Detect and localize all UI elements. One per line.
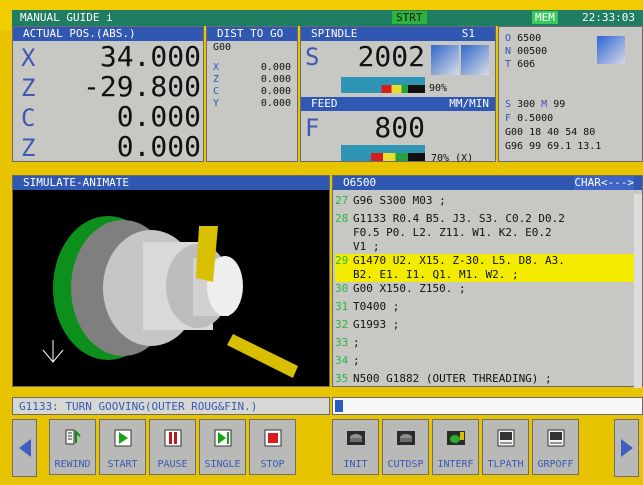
axis-z-label: Z: [21, 74, 36, 102]
start-icon: [114, 429, 132, 447]
spindle-icon-right: [461, 45, 489, 75]
program-line-34: 34;: [335, 354, 360, 367]
dist-y-value: 0.000: [260, 98, 291, 109]
dist-to-go-header: DIST TO GO: [207, 27, 297, 41]
dist-c-value: 0.000: [260, 86, 291, 97]
stop-button[interactable]: STOP: [249, 419, 296, 475]
spindle-bar-colors: [341, 85, 425, 93]
simulate-status: G1133: TURN GOOVING(OUTER ROUG&FIN.): [19, 400, 258, 413]
interf-icon: [447, 431, 465, 445]
dist-c-axis: C: [213, 86, 220, 97]
program-line-30: 30 G00 X150. Z150. ;: [335, 282, 466, 295]
rewind-button[interactable]: REWIND: [49, 419, 96, 475]
axis-c-label: C: [21, 104, 36, 132]
tlpath-button[interactable]: TLPATH: [482, 419, 529, 475]
feed-letter: F: [305, 114, 320, 142]
actual-x-value: 34.000: [99, 40, 201, 73]
cutdsp-button[interactable]: CUTDSP: [382, 419, 429, 475]
grpoff-icon: [547, 429, 565, 447]
spindle-bar: [341, 77, 425, 85]
spindle-percent: 90%: [429, 83, 448, 94]
interf-button[interactable]: INTERF: [432, 419, 479, 475]
stop-icon: [264, 429, 282, 447]
program-panel: O6500 CHAR<---> 27 G96 S300 M03 ; 28 G1133…: [332, 175, 643, 388]
program-line-29[interactable]: 29 G1470 U2. X15. Z-30. L5. D8. A3. B2. E…: [335, 254, 636, 282]
dist-x-value: 0.000: [260, 62, 291, 73]
start-button[interactable]: START: [99, 419, 146, 475]
program-g1: G00 18 40 54 80: [505, 127, 596, 138]
actual-z2-value: 0.000: [116, 130, 201, 163]
cursor: [335, 400, 343, 412]
axis-z2-label: Z: [21, 134, 36, 162]
cutdsp-icon: [397, 431, 415, 445]
tool-icon: [597, 36, 625, 64]
spindle-icon-left: [431, 45, 459, 75]
spindle-s1: S1: [461, 27, 475, 40]
simulate-status-bar: G1133: TURN GOOVING(OUTER ROUG&FIN.): [12, 397, 330, 415]
spindle-feed-panel: SPINDLE S1 S 2002 90% FEED MM/MIN F 800 …: [300, 26, 496, 164]
app-title: MANUAL GUIDE i: [20, 11, 113, 24]
feed-value: 800: [374, 111, 425, 144]
single-button[interactable]: SINGLE: [199, 419, 246, 475]
program-n: 00500: [517, 46, 548, 57]
program-line-33: 33;: [335, 336, 360, 349]
actual-c-value: 0.000: [116, 100, 201, 133]
program-header: O6500 CHAR<--->: [333, 176, 642, 190]
program-g2: G96 99 69.1 13.1: [505, 141, 602, 152]
init-icon: [347, 431, 365, 445]
feed-bar-colors: [341, 153, 425, 161]
pause-icon: [164, 429, 182, 447]
spindle-value: 2002: [357, 40, 425, 73]
grpoff-button[interactable]: GRPOFF: [532, 419, 579, 475]
single-icon: [214, 429, 232, 447]
strt-badge: STRT: [392, 11, 427, 24]
simulate-panel: SIMULATE-ANIMATE: [12, 175, 330, 387]
simulate-header: SIMULATE-ANIMATE: [13, 176, 329, 190]
program-line-31: 31 T0400 ;: [335, 300, 400, 313]
right-arrow-button[interactable]: [614, 419, 639, 477]
dist-g-code: G00: [213, 42, 232, 53]
program-o: 6500: [517, 33, 542, 44]
pause-button[interactable]: PAUSE: [149, 419, 196, 475]
feed-units: MM/MIN: [449, 97, 489, 110]
program-info-panel: O 6500 N 00500 T 606 S 300 M 99 F 0.5000…: [498, 26, 643, 162]
tlpath-icon: [497, 429, 515, 447]
input-line[interactable]: [332, 397, 643, 415]
spindle-header: SPINDLE S1: [301, 27, 495, 41]
program-line-35: 35 N500 G1882 (OUTER THREADING) ;: [335, 372, 552, 385]
rewind-icon: [65, 429, 81, 445]
mem-badge: MEM: [532, 11, 558, 24]
actual-position-header: ACTUAL POS.(ABS.): [13, 27, 203, 41]
simulation-canvas: [42, 216, 298, 378]
program-line-28: 28 G1133 R0.4 B5. J3. S3. C0.2 D0.2 F0.5 …: [335, 212, 565, 253]
left-arrow-button[interactable]: [12, 419, 37, 477]
spindle-title: SPINDLE: [311, 27, 358, 40]
dist-z-axis: Z: [213, 74, 220, 85]
dist-x-axis: X: [213, 62, 220, 73]
program-name: O6500: [343, 176, 377, 189]
program-line-27: 27 G96 S300 M03 ;: [335, 194, 446, 207]
program-lines: 27 G96 S300 M03 ; 28 G1133 R0.4 B5. J3. S3…: [333, 194, 636, 388]
axis-x-label: X: [21, 44, 36, 72]
program-f: 0.5000: [517, 113, 554, 124]
program-m: 99: [553, 99, 566, 110]
clock-text: 22:33:03: [582, 11, 635, 24]
program-s: 300: [517, 99, 536, 110]
init-button[interactable]: INIT: [332, 419, 379, 475]
feed-title: FEED: [311, 97, 338, 110]
dist-z-value: 0.000: [260, 74, 291, 85]
feed-header: FEED MM/MIN: [301, 97, 495, 111]
program-line-32: 32 G1993 ;: [335, 318, 400, 331]
feed-bar: [341, 145, 425, 153]
char-button[interactable]: CHAR<--->: [574, 176, 634, 190]
program-t: 606: [517, 59, 536, 70]
actual-z-value: -29.800: [82, 70, 201, 103]
feed-percent: 70% (X): [431, 153, 474, 164]
dist-to-go-panel: DIST TO GO G00 X Z C Y 0.000 0.000 0.000…: [206, 26, 298, 162]
spindle-letter: S: [305, 43, 320, 71]
program-scrollbar[interactable]: [634, 194, 642, 388]
status-bar: MANUAL GUIDE i STRT MEM 22:33:03: [12, 10, 643, 26]
actual-position-panel: ACTUAL POS.(ABS.) X Z C Z 34.000 -29.800…: [12, 26, 204, 162]
dist-y-axis: Y: [213, 98, 220, 109]
